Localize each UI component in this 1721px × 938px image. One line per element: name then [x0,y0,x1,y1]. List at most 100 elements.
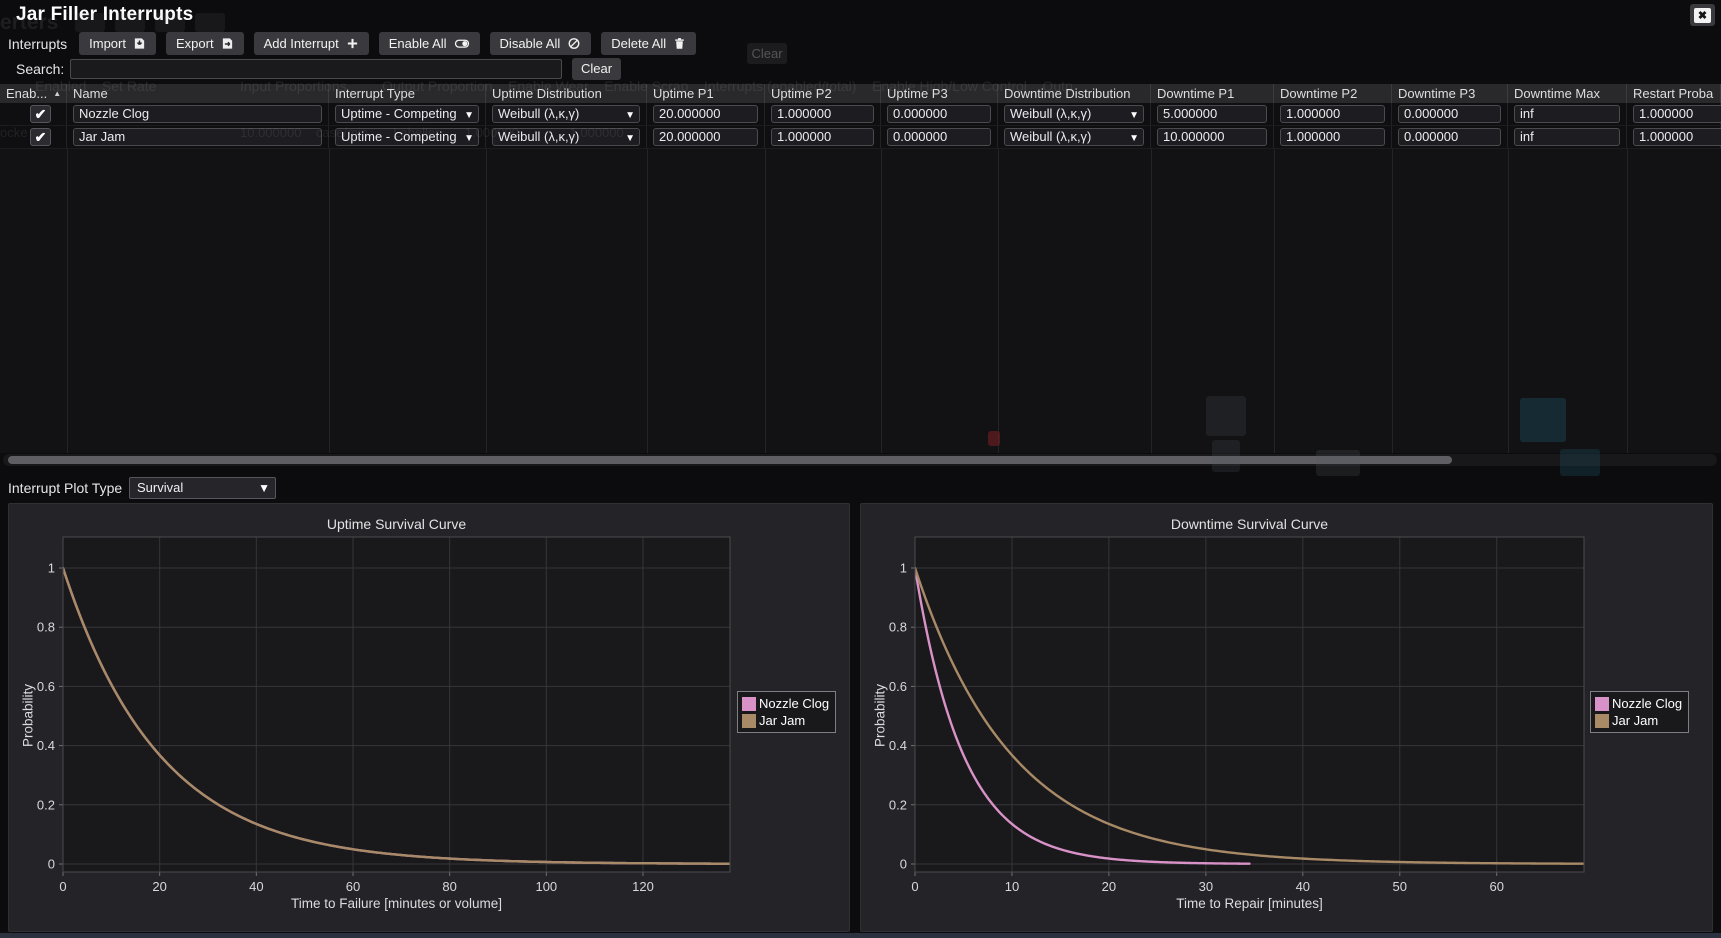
uptime-survival-plot-panel: 02040608010012000.20.40.60.81Uptime Surv… [8,503,850,932]
select-interrupt_type[interactable]: Uptime - Competing▼ [335,105,479,123]
input-uptime_p3[interactable]: 0.000000 [887,105,991,123]
delete-all-button[interactable]: Delete All [601,32,696,55]
column-header-label: Downtime Distribution [1004,84,1130,103]
input-restart_probability[interactable]: 1.000000 [1633,128,1721,146]
column-divider [1508,149,1509,453]
toolbar-label: Interrupts [8,36,67,52]
column-header-uptime_p1[interactable]: Uptime P1 [647,84,765,103]
horizontal-scrollbar-thumb[interactable] [8,456,1452,464]
cell-downtime_p2: 1.000000 [1274,103,1392,125]
input-downtime_p1[interactable]: 5.000000 [1157,105,1267,123]
column-header-downtime_distribution[interactable]: Downtime Distribution [998,84,1151,103]
legend-entry: Jar Jam [742,712,829,729]
column-header-uptime_p2[interactable]: Uptime P2 [765,84,881,103]
row-enabled-checkbox[interactable]: ✔ [30,128,51,146]
field-value: Uptime - Competing [341,129,457,145]
column-divider [67,149,68,453]
column-header-downtime_p2[interactable]: Downtime P2 [1274,84,1392,103]
x-tick-label: 20 [152,879,166,894]
background-app-strip [0,933,1721,938]
select-uptime_distribution[interactable]: Weibull (λ,κ,γ)▼ [492,105,640,123]
column-header-enabled[interactable]: Enab...▲ [0,84,67,103]
input-downtime_p2[interactable]: 1.000000 [1280,105,1385,123]
y-tick-label: 0 [900,857,907,872]
select-uptime_distribution[interactable]: Weibull (λ,κ,γ)▼ [492,128,640,146]
cell-uptime_p1: 20.000000 [647,126,765,148]
cell-downtime_p2: 1.000000 [1274,126,1392,148]
column-divider [1627,149,1628,453]
column-header-restart_probability[interactable]: Restart Proba [1627,84,1721,103]
field-value: Uptime - Competing [341,106,457,122]
input-uptime_p3[interactable]: 0.000000 [887,128,991,146]
field-value: 0.000000 [1404,129,1458,144]
legend-label: Jar Jam [759,713,805,728]
select-interrupt_type[interactable]: Uptime - Competing▼ [335,128,479,146]
table-header: Enab...▲Name Interrupt Type Uptime Distrib… [0,84,1721,103]
column-divider [1392,149,1393,453]
cell-uptime_p1: 20.000000 [647,103,765,125]
add-interrupt-button[interactable]: Add Interrupt [254,32,369,55]
plot-type-label: Interrupt Plot Type [8,480,122,496]
input-restart_probability[interactable]: 1.000000 [1633,105,1721,123]
plot-type-select[interactable]: Survival ▼ [129,477,276,499]
input-downtime_p3[interactable]: 0.000000 [1398,105,1501,123]
plot-legend: Nozzle ClogJar Jam [1590,691,1689,733]
column-header-label: Downtime Max [1514,84,1600,103]
column-header-downtime_p3[interactable]: Downtime P3 [1392,84,1508,103]
horizontal-scrollbar[interactable] [3,454,1717,466]
enable-all-button[interactable]: Enable All [379,32,480,55]
search-clear-button[interactable]: Clear [572,58,621,80]
input-downtime_p3[interactable]: 0.000000 [1398,128,1501,146]
trash-icon [673,37,686,50]
input-uptime_p1[interactable]: 20.000000 [653,105,758,123]
column-header-name[interactable]: Name [67,84,329,103]
search-input[interactable] [70,59,562,79]
x-tick-label: 40 [1296,879,1310,894]
cell-downtime_max: inf [1508,103,1627,125]
column-header-label: Interrupt Type [335,84,415,103]
close-button[interactable]: ✖ [1690,4,1715,26]
button-label: Add Interrupt [264,36,339,51]
column-divider [1151,149,1152,453]
input-uptime_p2[interactable]: 1.000000 [771,128,874,146]
column-header-interrupt_type[interactable]: Interrupt Type [329,84,486,103]
plot-legend: Nozzle ClogJar Jam [737,691,836,733]
input-downtime_p2[interactable]: 1.000000 [1280,128,1385,146]
import-button[interactable]: Import [79,32,156,55]
y-tick-label: 0.8 [37,620,55,635]
input-downtime_p1[interactable]: 10.000000 [1157,128,1267,146]
input-name[interactable]: Nozzle Clog [73,105,322,123]
input-uptime_p2[interactable]: 1.000000 [771,105,874,123]
column-header-downtime_p1[interactable]: Downtime P1 [1151,84,1274,103]
input-name[interactable]: Jar Jam [73,128,322,146]
field-value: Weibull (λ,κ,γ) [1010,129,1091,145]
column-header-downtime_max[interactable]: Downtime Max [1508,84,1627,103]
cell-interrupt_type: Uptime - Competing▼ [329,103,486,125]
legend-label: Nozzle Clog [1612,696,1682,711]
row-enabled-checkbox[interactable]: ✔ [30,105,51,123]
y-tick-label: 0 [48,857,55,872]
export-button[interactable]: Export [166,32,244,55]
y-tick-label: 0.4 [37,738,55,753]
y-axis-label: Probability [873,656,888,776]
column-header-uptime_p3[interactable]: Uptime P3 [881,84,998,103]
field-value: Weibull (λ,κ,γ) [1010,106,1091,122]
select-downtime_distribution[interactable]: Weibull (λ,κ,γ)▼ [1004,105,1144,123]
x-tick-label: 60 [1490,879,1504,894]
select-downtime_distribution[interactable]: Weibull (λ,κ,γ)▼ [1004,128,1144,146]
y-tick-label: 0.8 [889,620,907,635]
input-downtime_max[interactable]: inf [1514,128,1620,146]
input-uptime_p1[interactable]: 20.000000 [653,128,758,146]
plot-canvas-0: 02040608010012000.20.40.60.81 [9,504,849,931]
column-header-label: Downtime P3 [1398,84,1475,103]
column-header-label: Uptime P2 [771,84,832,103]
column-header-uptime_distribution[interactable]: Uptime Distribution [486,84,647,103]
table-row-jar-jam: ✔ Jar Jam Uptime - Competing▼ Weibull (λ,κ,… [0,126,1721,149]
interrupts-toolbar: Interrupts Import Export Add Interrupt Enab… [8,31,696,56]
x-tick-label: 60 [346,879,360,894]
legend-swatch-icon [1595,697,1609,711]
input-downtime_max[interactable]: inf [1514,105,1620,123]
y-tick-label: 1 [48,561,55,576]
disable-all-button[interactable]: Disable All [490,32,592,55]
field-value: Nozzle Clog [79,106,149,121]
